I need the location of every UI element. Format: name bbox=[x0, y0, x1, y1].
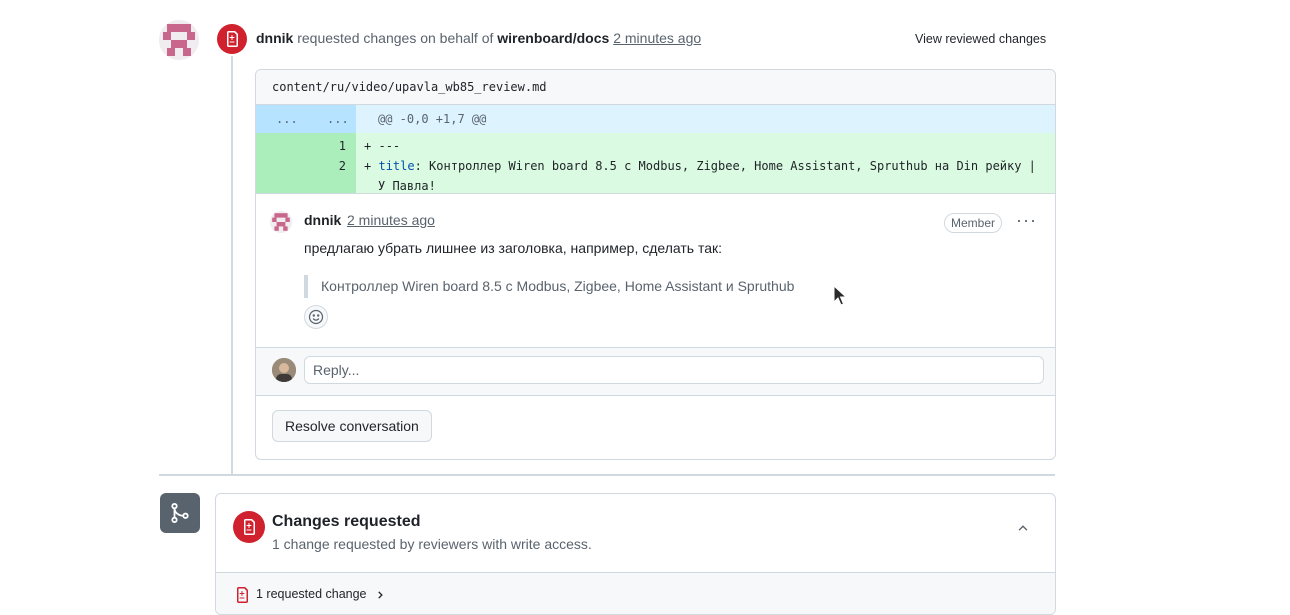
line-number[interactable]: 1 bbox=[316, 139, 346, 153]
diff-sign: + bbox=[364, 159, 372, 173]
merge-box: Changes requested 1 change requested by … bbox=[215, 493, 1056, 615]
hunk-gutter-right[interactable]: ... bbox=[327, 112, 349, 126]
diff-line-key: title bbox=[378, 159, 415, 173]
file-header: content/ru/video/upavla_wb85_review.md bbox=[256, 70, 1055, 105]
reply-area bbox=[256, 347, 1055, 396]
review-author-link[interactable]: dnnik bbox=[256, 30, 293, 46]
comment-author-avatar[interactable] bbox=[270, 211, 292, 233]
review-comment: dnnik 2 minutes ago Member ··· предлагаю… bbox=[256, 193, 1055, 348]
add-reaction-button[interactable] bbox=[304, 305, 328, 329]
smiley-icon bbox=[308, 309, 324, 325]
merge-box-title: Changes requested bbox=[272, 513, 421, 530]
review-org-link[interactable]: wirenboard/docs bbox=[497, 30, 609, 46]
changes-requested-icon bbox=[217, 24, 247, 54]
chevron-up-icon[interactable] bbox=[1016, 521, 1030, 538]
view-reviewed-changes-link[interactable]: View reviewed changes bbox=[915, 32, 1046, 46]
comment-author-link[interactable]: dnnik bbox=[304, 212, 341, 228]
changes-requested-status-icon bbox=[233, 511, 265, 543]
comment-timestamp-link[interactable]: 2 minutes ago bbox=[347, 212, 435, 228]
reviewer-avatar[interactable] bbox=[159, 20, 199, 60]
requested-changes-count[interactable]: 1 requested change bbox=[256, 587, 367, 601]
diff-line-continuation: У Павла! bbox=[378, 179, 436, 193]
mouse-cursor-icon bbox=[833, 284, 848, 310]
review-header: dnnik requested changes on behalf of wir… bbox=[256, 30, 701, 46]
diff-line-text: : Контроллер Wiren board 8.5 с Modbus, Z… bbox=[414, 159, 1036, 173]
merge-status-icon-box bbox=[160, 493, 200, 533]
comment-blockquote: Контроллер Wiren board 8.5 с Modbus, Zig… bbox=[304, 275, 794, 298]
comment-menu-button[interactable]: ··· bbox=[1016, 210, 1037, 231]
diff-sign: + bbox=[364, 139, 372, 153]
diff-hunk-header: ... ... @@ -0,0 +1,7 @@ bbox=[256, 105, 1055, 133]
hunk-header-text: @@ -0,0 +1,7 @@ bbox=[378, 112, 487, 126]
resolve-conversation-button[interactable]: Resolve conversation bbox=[272, 410, 432, 442]
hunk-gutter-left[interactable]: ... bbox=[276, 112, 298, 126]
member-badge: Member bbox=[944, 213, 1003, 233]
current-user-avatar bbox=[272, 358, 296, 382]
diff-line-text: --- bbox=[378, 139, 401, 153]
timeline-line bbox=[231, 56, 233, 476]
review-timestamp-link[interactable]: 2 minutes ago bbox=[613, 30, 701, 46]
review-thread-card: content/ru/video/upavla_wb85_review.md .… bbox=[255, 69, 1056, 460]
reply-input[interactable] bbox=[304, 356, 1044, 384]
diff-line: + --- bbox=[364, 139, 400, 153]
timeline-separator bbox=[159, 474, 1055, 476]
chevron-right-icon bbox=[378, 591, 383, 599]
diff-added-lines: 1 + --- 2 + title: Контроллер Wiren boar… bbox=[256, 133, 1055, 193]
review-action-text: requested changes on behalf of bbox=[297, 30, 494, 46]
comment-body: предлагаю убрать лишнее из заголовка, на… bbox=[304, 240, 723, 256]
requested-changes-row[interactable]: 1 requested change bbox=[216, 572, 1055, 614]
file-path-link[interactable]: content/ru/video/upavla_wb85_review.md bbox=[272, 80, 547, 94]
hunk-gutter[interactable]: ... ... bbox=[256, 105, 356, 133]
line-number[interactable]: 2 bbox=[316, 159, 346, 173]
diff-line: + title: Контроллер Wiren board 8.5 с Mo… bbox=[364, 159, 1036, 173]
merge-box-subtitle: 1 change requested by reviewers with wri… bbox=[272, 536, 592, 552]
git-merge-icon bbox=[171, 503, 189, 523]
